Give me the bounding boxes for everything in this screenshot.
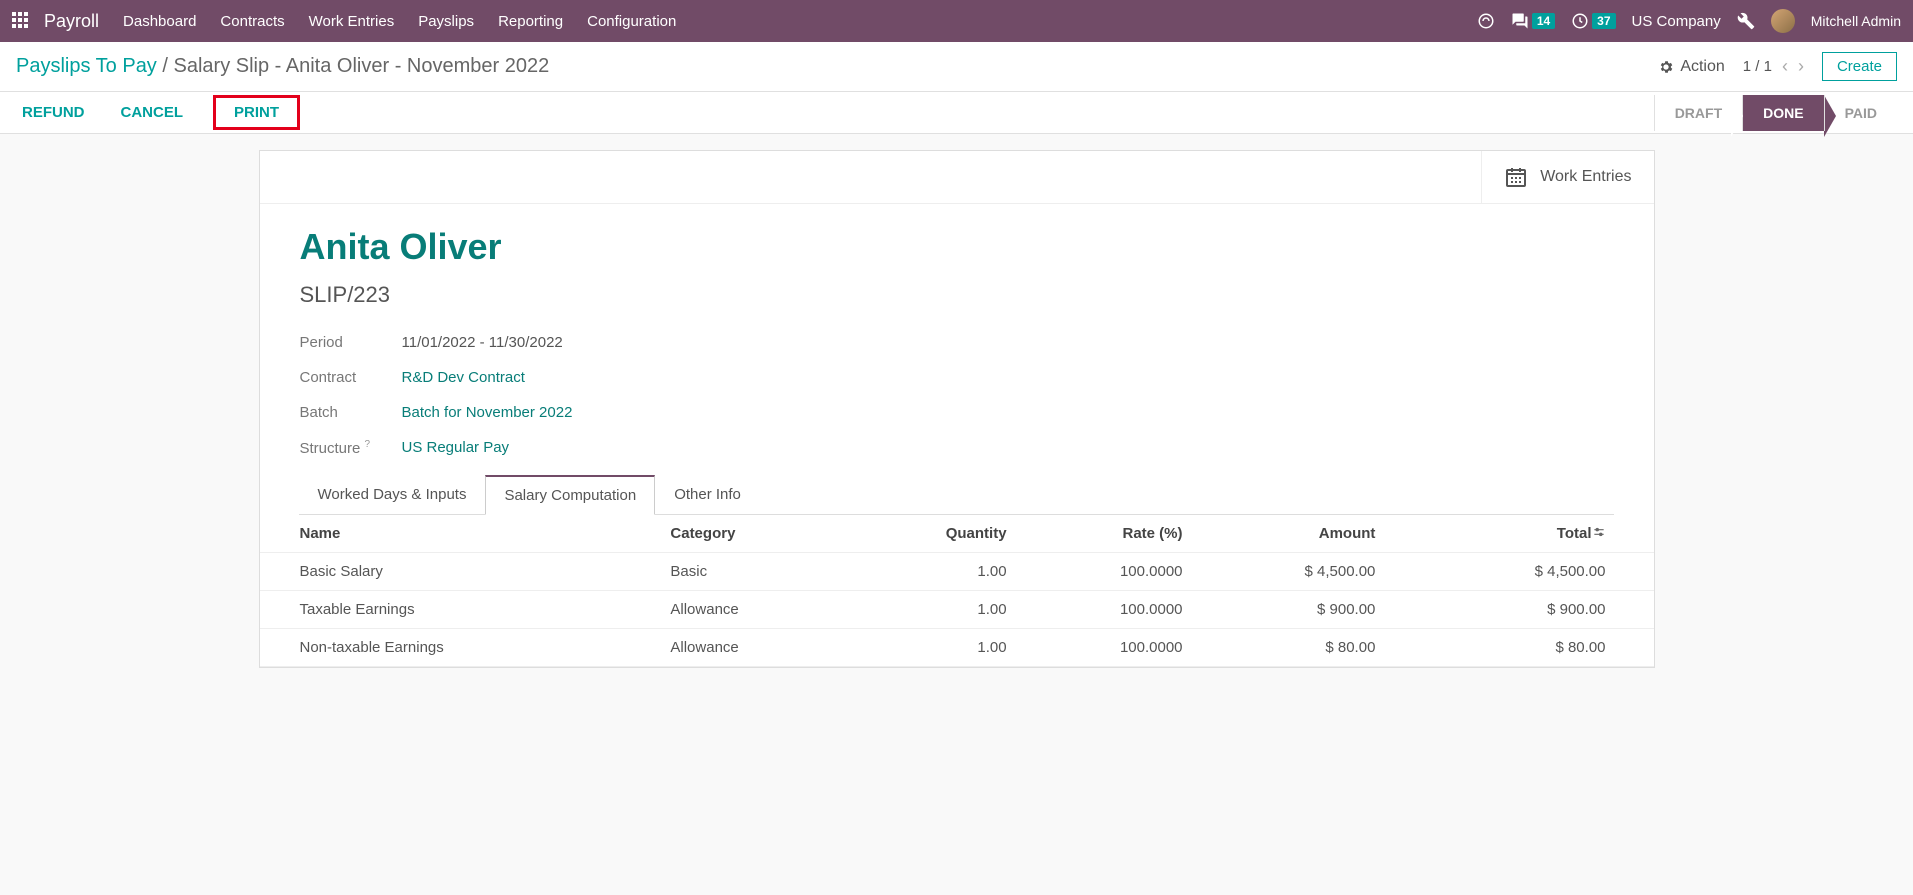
employee-name[interactable]: Anita Oliver: [300, 226, 1614, 268]
menu-reporting[interactable]: Reporting: [498, 13, 563, 30]
breadcrumb-current: Salary Slip - Anita Oliver - November 20…: [174, 55, 550, 77]
period-label: Period: [300, 334, 402, 351]
contract-label: Contract: [300, 369, 402, 386]
col-amount[interactable]: Amount: [1195, 515, 1388, 553]
menu-contracts[interactable]: Contracts: [220, 13, 284, 30]
status-bar: DRAFT DONE PAID: [1654, 95, 1897, 131]
messages-button[interactable]: 14: [1511, 12, 1555, 30]
messages-badge: 14: [1532, 13, 1555, 29]
tab-salary-computation[interactable]: Salary Computation: [485, 475, 655, 515]
main-menu: Dashboard Contracts Work Entries Payslip…: [123, 13, 676, 30]
table-options-icon[interactable]: [1592, 525, 1606, 539]
batch-label: Batch: [300, 404, 402, 421]
field-period: Period 11/01/2022 - 11/30/2022: [300, 334, 1614, 351]
tab-worked-days[interactable]: Worked Days & Inputs: [299, 475, 486, 514]
breadcrumb-bar: Payslips To Pay / Salary Slip - Anita Ol…: [0, 42, 1913, 92]
action-label: Action: [1680, 58, 1724, 76]
menu-work-entries[interactable]: Work Entries: [309, 13, 395, 30]
table-row[interactable]: Basic Salary Basic 1.00 100.0000 $ 4,500…: [260, 553, 1654, 591]
col-total[interactable]: Total: [1387, 515, 1653, 553]
breadcrumb: Payslips To Pay / Salary Slip - Anita Ol…: [16, 55, 549, 78]
form-sheet: Work Entries Anita Oliver SLIP/223 Perio…: [259, 150, 1655, 668]
breadcrumb-right: Action 1 / 1 ‹ › Create: [1658, 52, 1897, 81]
menu-payslips[interactable]: Payslips: [418, 13, 474, 30]
field-batch: Batch Batch for November 2022: [300, 404, 1614, 421]
breadcrumb-sep: /: [162, 55, 173, 77]
status-paid[interactable]: PAID: [1824, 95, 1897, 131]
action-dropdown[interactable]: Action: [1658, 58, 1724, 76]
sheet-body: Anita Oliver SLIP/223 Period 11/01/2022 …: [260, 204, 1654, 515]
menu-configuration[interactable]: Configuration: [587, 13, 676, 30]
company-selector[interactable]: US Company: [1632, 13, 1721, 30]
batch-value[interactable]: Batch for November 2022: [402, 404, 573, 421]
salary-table: Name Category Quantity Rate (%) Amount T…: [260, 515, 1654, 667]
breadcrumb-parent[interactable]: Payslips To Pay: [16, 55, 157, 77]
tab-other-info[interactable]: Other Info: [655, 475, 760, 514]
slip-number: SLIP/223: [300, 282, 1614, 308]
calendar-icon: [1504, 165, 1528, 189]
top-nav: Payroll Dashboard Contracts Work Entries…: [0, 0, 1913, 42]
tools-icon[interactable]: [1737, 12, 1755, 30]
col-quantity[interactable]: Quantity: [846, 515, 1018, 553]
apps-icon[interactable]: [12, 12, 30, 30]
structure-value[interactable]: US Regular Pay: [402, 439, 510, 457]
tabs: Worked Days & Inputs Salary Computation …: [299, 475, 1614, 515]
structure-label: Structure ?: [300, 439, 402, 457]
button-row: REFUND CANCEL PRINT DRAFT DONE PAID: [0, 92, 1913, 134]
pager: 1 / 1 ‹ ›: [1743, 56, 1804, 77]
period-value: 11/01/2022 - 11/30/2022: [402, 334, 563, 351]
topnav-right: 14 37 US Company Mitchell Admin: [1477, 9, 1901, 33]
print-button[interactable]: PRINT: [213, 95, 300, 130]
refund-button[interactable]: REFUND: [16, 96, 91, 129]
work-entries-button[interactable]: Work Entries: [1481, 151, 1653, 203]
field-structure: Structure ? US Regular Pay: [300, 439, 1614, 457]
create-button[interactable]: Create: [1822, 52, 1897, 81]
pager-text: 1 / 1: [1743, 58, 1772, 75]
avatar[interactable]: [1771, 9, 1795, 33]
app-brand[interactable]: Payroll: [44, 11, 99, 32]
work-entries-label: Work Entries: [1540, 168, 1631, 186]
col-name[interactable]: Name: [260, 515, 659, 553]
field-contract: Contract R&D Dev Contract: [300, 369, 1614, 386]
status-draft[interactable]: DRAFT: [1654, 95, 1742, 131]
support-icon[interactable]: [1477, 12, 1495, 30]
col-rate[interactable]: Rate (%): [1019, 515, 1195, 553]
status-done[interactable]: DONE: [1742, 95, 1823, 131]
contract-value[interactable]: R&D Dev Contract: [402, 369, 525, 386]
sheet-header: Work Entries: [260, 151, 1654, 204]
table-row[interactable]: Non-taxable Earnings Allowance 1.00 100.…: [260, 629, 1654, 667]
menu-dashboard[interactable]: Dashboard: [123, 13, 196, 30]
salary-tbody: Basic Salary Basic 1.00 100.0000 $ 4,500…: [260, 553, 1654, 667]
activities-button[interactable]: 37: [1571, 12, 1615, 30]
cancel-button[interactable]: CANCEL: [115, 96, 190, 129]
activities-badge: 37: [1592, 13, 1615, 29]
pager-prev[interactable]: ‹: [1782, 56, 1788, 77]
help-icon[interactable]: ?: [365, 439, 371, 450]
pager-next[interactable]: ›: [1798, 56, 1804, 77]
col-category[interactable]: Category: [658, 515, 846, 553]
table-row[interactable]: Taxable Earnings Allowance 1.00 100.0000…: [260, 591, 1654, 629]
user-name[interactable]: Mitchell Admin: [1811, 13, 1901, 29]
